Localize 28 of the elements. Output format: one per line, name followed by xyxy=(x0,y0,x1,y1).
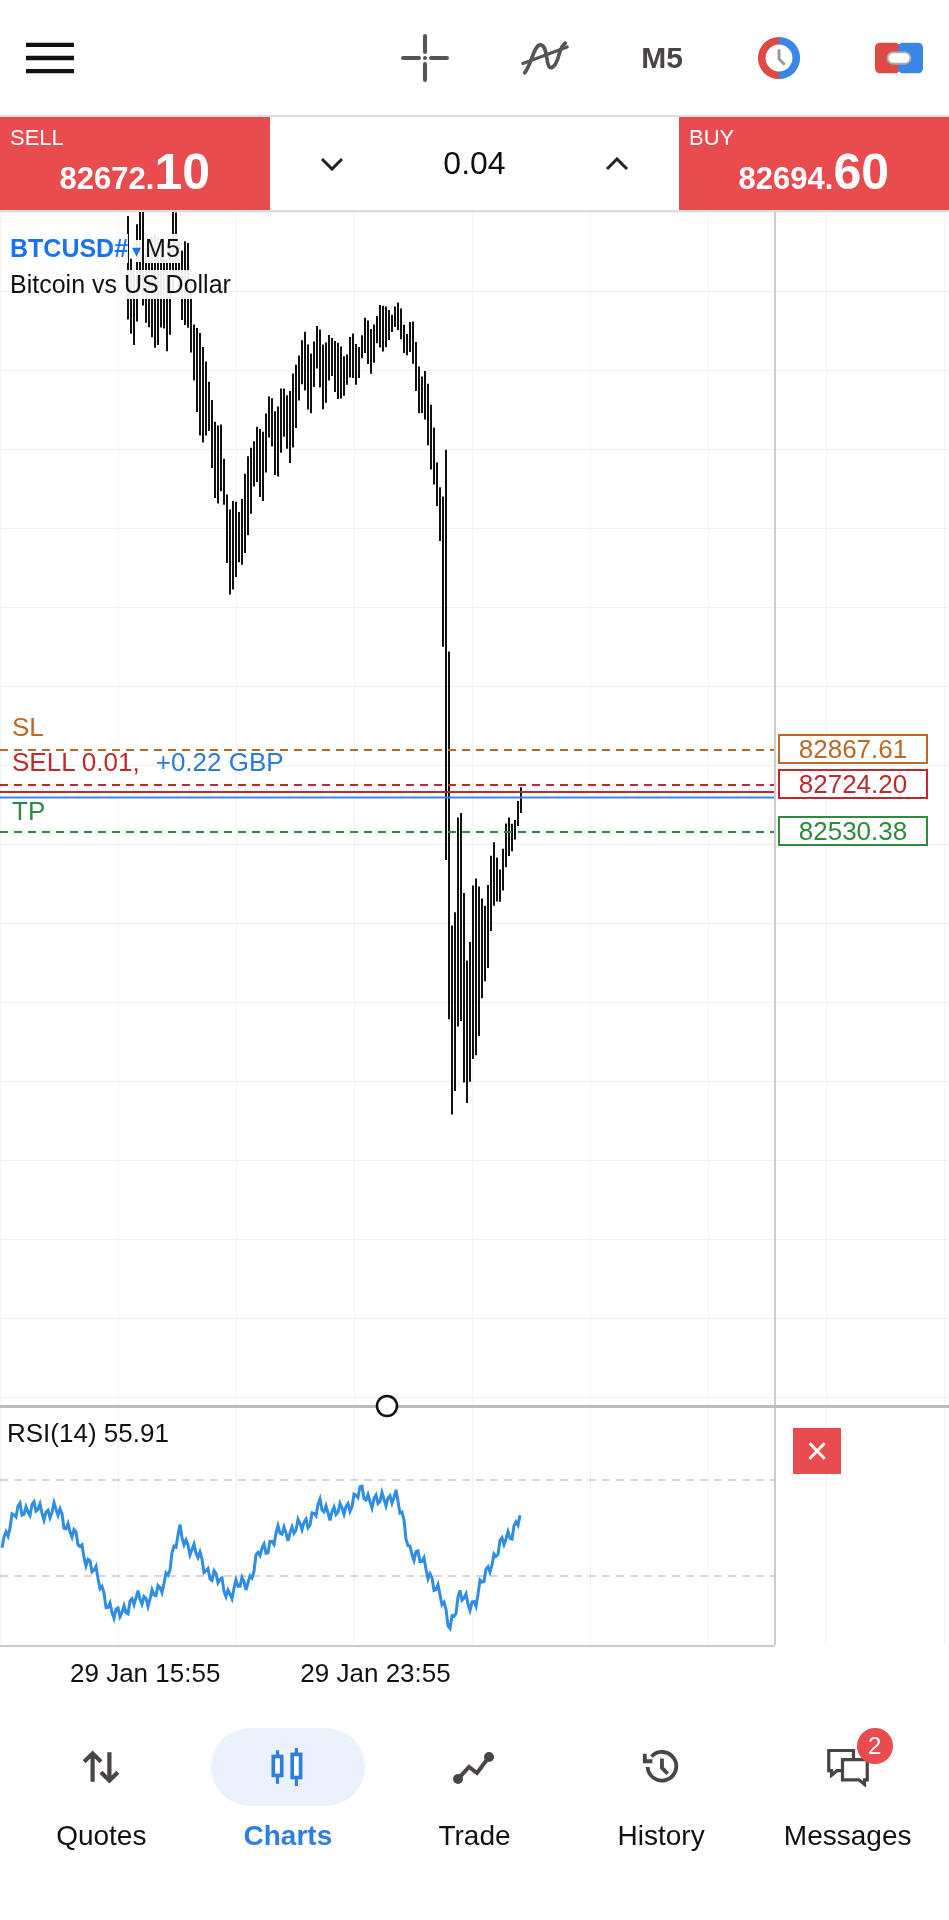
level-label: SL xyxy=(12,712,44,743)
sell-button[interactable]: SELL 82672.10 xyxy=(0,117,270,210)
crosshair-icon[interactable] xyxy=(401,33,450,82)
buy-button[interactable]: BUY 82694.60 xyxy=(679,117,949,210)
level-label: SELL 0.01, xyxy=(12,746,140,778)
volume-field[interactable]: 0.04 xyxy=(443,145,506,182)
notification-badge: 2 xyxy=(856,1728,893,1764)
chevron-up-icon[interactable] xyxy=(605,156,630,171)
symbol-description: Bitcoin vs US Dollar xyxy=(10,270,231,299)
time-label: 29 Jan 23:55 xyxy=(300,1658,451,1689)
nav-tab[interactable]: Quotes xyxy=(11,1728,192,1852)
nav-tab[interactable]: 2 Messages xyxy=(757,1728,938,1852)
level-label: TP xyxy=(12,796,46,827)
nav-tab[interactable]: History xyxy=(571,1728,752,1852)
profit-label: +0.22 GBP xyxy=(155,746,284,778)
close-button[interactable]: × xyxy=(793,1428,841,1474)
price-tag: 82867.61 xyxy=(778,734,928,764)
caret-icon[interactable]: ▾ xyxy=(132,240,142,262)
nav-tab[interactable]: Trade xyxy=(384,1728,565,1852)
chart-timeframe: M5 xyxy=(145,234,180,263)
chevron-down-icon[interactable] xyxy=(319,156,344,171)
timeframe-button[interactable]: M5 xyxy=(641,40,683,75)
price-tag: 82724.20 xyxy=(778,768,928,799)
time-label: 29 Jan 15:55 xyxy=(70,1658,221,1689)
price-tag: 82530.38 xyxy=(778,816,928,846)
resize-handle[interactable] xyxy=(374,1393,400,1419)
symbol-name[interactable]: BTCUSD# xyxy=(10,234,129,263)
indicator-label: RSI(14) 55.91 xyxy=(7,1418,169,1449)
